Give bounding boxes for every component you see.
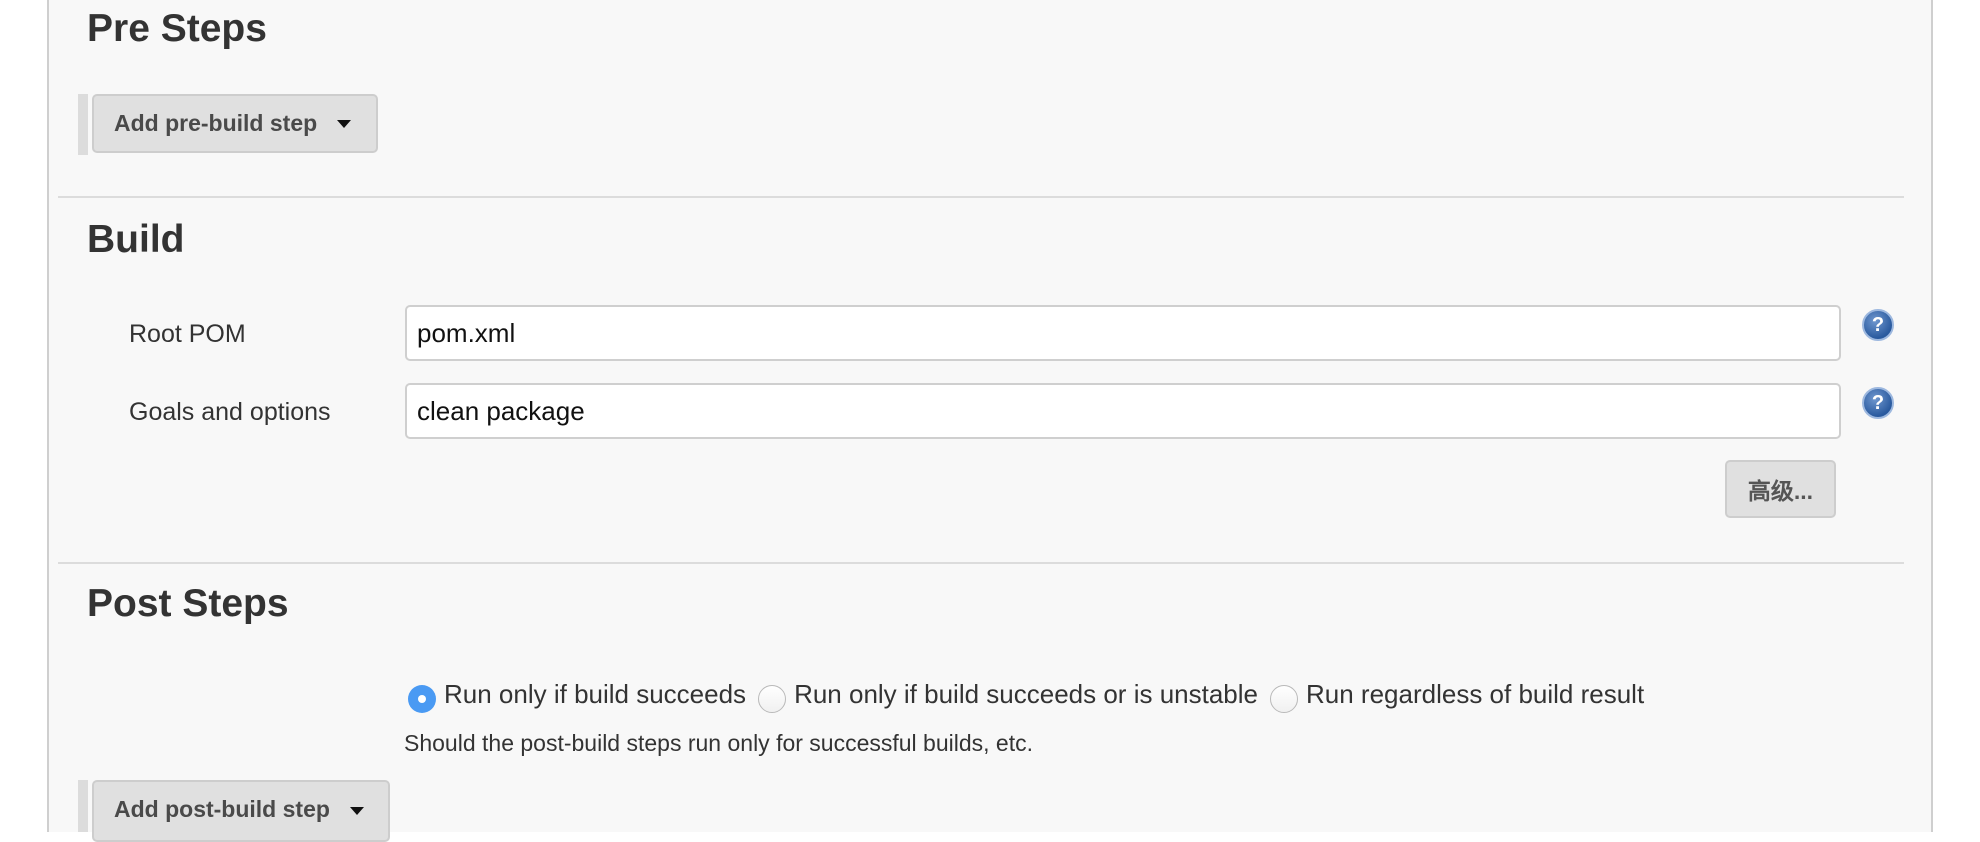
radio-label[interactable]: Run only if build succeeds [444, 679, 746, 710]
help-icon[interactable]: ? [1862, 309, 1894, 341]
drag-handle[interactable] [78, 780, 88, 832]
root-pom-label: Root POM [129, 320, 246, 348]
add-post-build-step-button[interactable]: Add post-build step [92, 780, 390, 842]
root-pom-input[interactable] [405, 305, 1841, 361]
goals-and-options-input[interactable] [405, 383, 1841, 439]
caret-down-icon [349, 807, 364, 815]
add-post-build-step-label: Add post-build step [114, 796, 330, 822]
radio-run-if-succeeds-or-unstable[interactable] [758, 685, 787, 713]
build-heading: Build [87, 218, 185, 261]
help-icon[interactable]: ? [1862, 387, 1894, 419]
add-pre-build-step-button[interactable]: Add pre-build step [92, 94, 378, 153]
radio-run-if-succeeds[interactable] [408, 685, 436, 713]
radio-label[interactable]: Run only if build succeeds or is unstabl… [794, 679, 1258, 710]
pre-steps-heading: Pre Steps [87, 7, 267, 50]
section-divider [58, 562, 1904, 564]
add-pre-build-step-label: Add pre-build step [114, 110, 318, 136]
radio-run-regardless[interactable] [1270, 685, 1298, 713]
drag-handle[interactable] [78, 94, 88, 155]
advanced-button[interactable]: 高级... [1725, 460, 1836, 518]
goals-and-options-label: Goals and options [129, 398, 331, 426]
post-steps-run-condition: Run only if build succeeds Run only if b… [408, 675, 1656, 713]
post-steps-heading: Post Steps [87, 582, 289, 625]
radio-label[interactable]: Run regardless of build result [1306, 679, 1644, 710]
section-divider [58, 196, 1904, 198]
caret-down-icon [337, 119, 352, 128]
post-steps-description: Should the post-build steps run only for… [404, 730, 1034, 756]
